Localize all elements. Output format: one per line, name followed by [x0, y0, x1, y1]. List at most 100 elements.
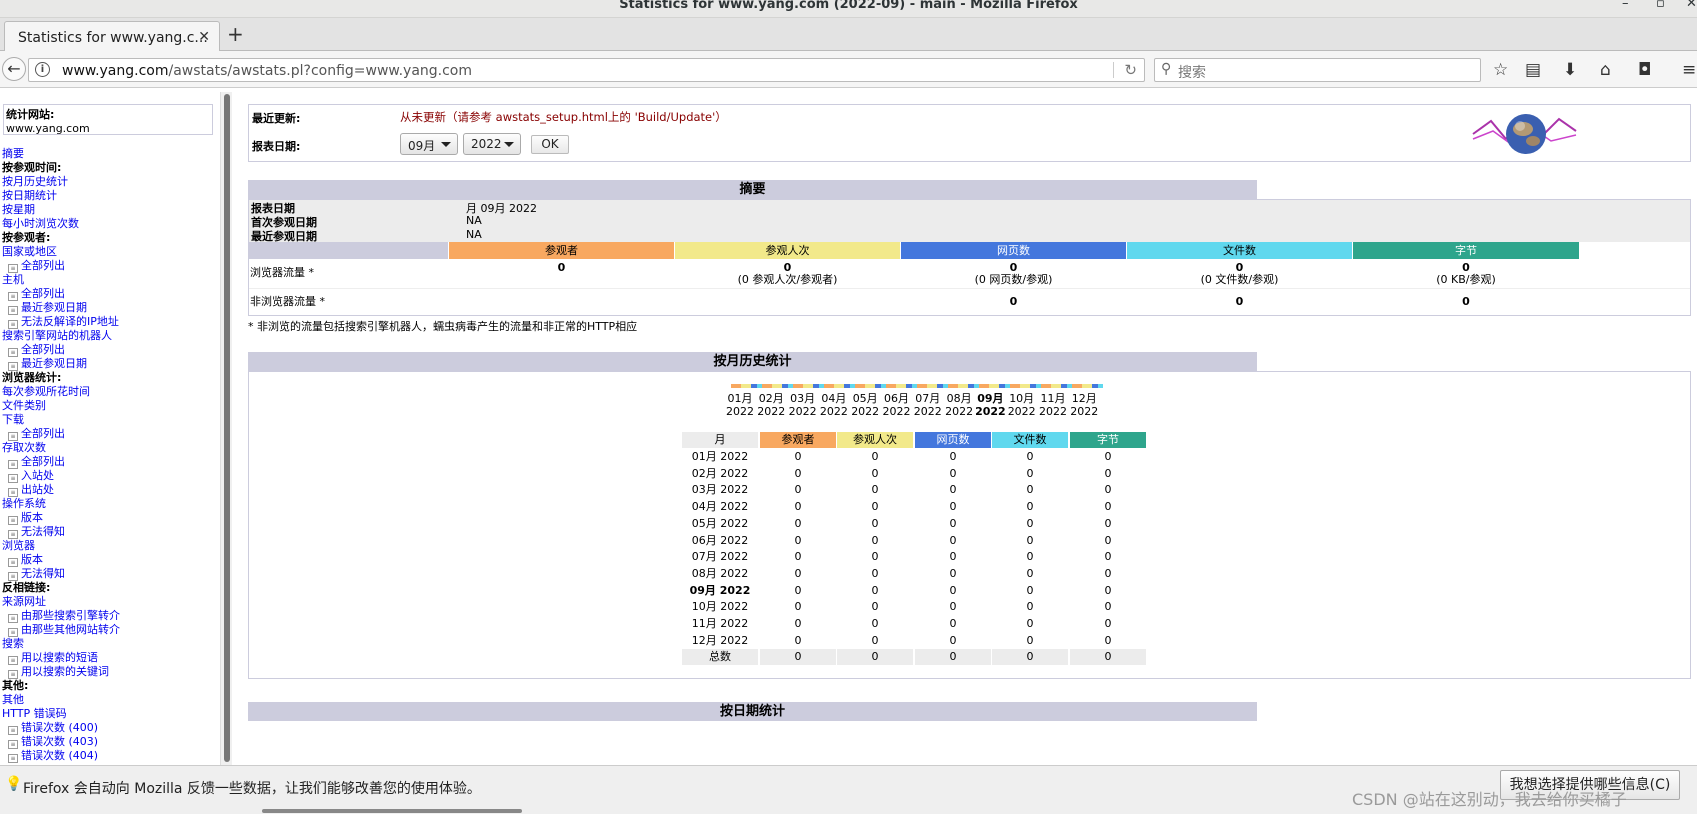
page-icon: ≡	[8, 614, 18, 623]
sidebar-link[interactable]: 文件类别	[2, 399, 217, 413]
monthly-col-header-hits: 文件数	[992, 432, 1068, 448]
monthly-cell-hits: 0	[1026, 500, 1034, 514]
month-label: 04月 2022	[817, 392, 851, 418]
search-input[interactable]: ⚲ 搜索	[1154, 58, 1481, 82]
sidebar-link[interactable]: ≡ 全部列出	[2, 287, 217, 301]
sidebar-link[interactable]: ≡ 出站处	[2, 483, 217, 497]
scrollbar-thumb[interactable]	[224, 94, 230, 762]
sidebar-link[interactable]: ≡ 无法得知	[2, 567, 217, 581]
back-arrow-icon[interactable]: ←	[2, 57, 26, 81]
sidebar-link[interactable]: ≡ 由那些搜索引擎转介	[2, 609, 217, 623]
row-divider	[249, 288, 1690, 289]
year-select[interactable]: 2022	[463, 133, 521, 155]
ok-button[interactable]: OK	[531, 135, 569, 154]
sidebar-link-label: 来源网址	[2, 595, 46, 608]
monthly-cell-visitors: 0	[794, 466, 802, 480]
monthly-cell-hits: 0	[1026, 633, 1034, 647]
sidebar-link[interactable]: HTTP 错误码	[2, 707, 217, 721]
sidebar-link[interactable]: 按星期	[2, 203, 217, 217]
sidebar-link[interactable]: 按月历史统计	[2, 175, 217, 189]
ratio: (0 文件数/参观)	[1200, 273, 1279, 286]
sidebar-link-label: 无法得知	[21, 567, 65, 580]
sidebar-link[interactable]: 下载	[2, 413, 217, 427]
sidebar-link[interactable]: ≡ 用以搜索的关键词	[2, 665, 217, 679]
chevron-down-icon	[504, 142, 514, 147]
horizontal-scrollbar-thumb[interactable]	[262, 809, 522, 813]
monthly-cell-hits: 0	[992, 649, 1068, 666]
sidebar-link[interactable]: 操作系统	[2, 497, 217, 511]
bookmark-star-icon[interactable]: ☆	[1493, 60, 1508, 80]
sidebar-link[interactable]: 搜索	[2, 637, 217, 651]
sidebar-link[interactable]: 每次参观所花时间	[2, 385, 217, 399]
frame-scrollbar[interactable]	[220, 92, 232, 765]
col-header-visitors: 参观者	[449, 242, 674, 259]
monthly-cell-hits: 0	[1026, 516, 1034, 530]
window-title: Statistics for www.yang.com (2022-09) - …	[619, 0, 1078, 12]
new-tab-icon[interactable]: +	[227, 22, 244, 46]
month-year: 2022	[757, 405, 786, 418]
sidebar-link[interactable]: ≡ 无法得知	[2, 525, 217, 539]
month-select[interactable]: 09月	[400, 133, 458, 155]
sidebar-link[interactable]: 来源网址	[2, 595, 217, 609]
tab-statistics[interactable]: Statistics for www.yang.c... ✕	[4, 21, 220, 52]
pocket-icon[interactable]: ◘	[1638, 60, 1651, 80]
sidebar-link[interactable]: 每小时浏览次数	[2, 217, 217, 231]
close-window-icon[interactable]: ✕	[1686, 0, 1697, 11]
monthly-cell-visitors: 0	[794, 483, 802, 497]
menu-icon[interactable]: ≡	[1682, 60, 1696, 80]
sidebar-link[interactable]: ≡ 入站处	[2, 469, 217, 483]
close-tab-icon[interactable]: ✕	[198, 29, 210, 45]
sidebar-link-label: 错误次数 (400)	[21, 721, 99, 734]
sidebar-link[interactable]: 主机	[2, 273, 217, 287]
maximize-icon[interactable]: ▫	[1656, 0, 1665, 11]
sidebar-link[interactable]: ≡ 全部列出	[2, 259, 217, 273]
sidebar-link[interactable]: 国家或地区	[2, 245, 217, 259]
sidebar-link[interactable]: ≡ 最近参观日期	[2, 301, 217, 315]
url-bar[interactable]: i www.yang.com/awstats/awstats.pl?config…	[28, 58, 1145, 82]
sidebar-link-label: 全部列出	[21, 287, 65, 300]
sidebar-link-label: 入站处	[21, 469, 54, 482]
sidebar-link[interactable]: ≡ 错误次数 (403)	[2, 735, 217, 749]
sidebar-link[interactable]: 其他	[2, 693, 217, 707]
sidebar-link[interactable]: ≡ 无法反解译的IP地址	[2, 315, 217, 329]
sidebar-link[interactable]: ≡ 版本	[2, 511, 217, 525]
site-info-box: 统计网站: www.yang.com	[3, 104, 213, 135]
url-text[interactable]: www.yang.com/awstats/awstats.pl?config=w…	[62, 63, 472, 79]
reload-icon[interactable]: ↻	[1124, 61, 1137, 79]
month-name: 02月	[758, 392, 784, 405]
sidebar-link[interactable]: 浏览器	[2, 539, 217, 553]
month-name: 05月	[852, 392, 878, 405]
monthly-cell-hits: 0	[1026, 450, 1034, 463]
month-label: 07月 2022	[911, 392, 945, 418]
page-icon: ≡	[8, 306, 18, 315]
sidebar-link[interactable]: ≡ 最近参观日期	[2, 357, 217, 371]
year-select-value: 2022	[471, 137, 502, 151]
home-icon[interactable]: ⌂	[1600, 60, 1611, 80]
sidebar-link[interactable]: ≡ 全部列出	[2, 427, 217, 441]
sidebar-link[interactable]: ≡ 由那些其他网站转介	[2, 623, 217, 637]
sidebar-link[interactable]: ≡ 全部列出	[2, 455, 217, 469]
last-update-label: 最近更新:	[252, 112, 301, 125]
sidebar-link[interactable]: ≡ 用以搜索的短语	[2, 651, 217, 665]
download-icon[interactable]: ⬇	[1563, 60, 1577, 80]
monthly-cell-visitors: 0	[794, 500, 802, 514]
sidebar-link[interactable]: ≡ 错误次数 (404)	[2, 749, 217, 763]
sidebar-link[interactable]: 按日期统计	[2, 189, 217, 203]
site-info-icon[interactable]: i	[35, 62, 50, 77]
sidebar-link[interactable]: 存取次数	[2, 441, 217, 455]
monthly-cell-pages: 0	[949, 633, 957, 647]
monthly-cell-visits: 0	[871, 466, 879, 480]
monthly-cell-visits: 0	[871, 483, 879, 497]
sidebar-link[interactable]: 摘要	[2, 147, 217, 161]
minimize-icon[interactable]: –	[1622, 0, 1629, 11]
sidebar-link[interactable]: 搜索引擎网站的机器人	[2, 329, 217, 343]
monthly-cell-bytes: 0	[1104, 550, 1112, 564]
sidebar-link[interactable]: ≡ 全部列出	[2, 343, 217, 357]
sidebar-link[interactable]: ≡ 错误次数 (400)	[2, 721, 217, 735]
nonbrowser-hits: 0	[1127, 296, 1352, 308]
awstats-logo-icon[interactable]	[1471, 109, 1581, 159]
reading-list-icon[interactable]: ▤	[1525, 60, 1541, 80]
monthly-table-row: 12月 2022 0 0 0 0 0	[682, 633, 1146, 649]
sidebar-link[interactable]: ≡ 版本	[2, 553, 217, 567]
month-name: 12月	[1071, 392, 1097, 405]
